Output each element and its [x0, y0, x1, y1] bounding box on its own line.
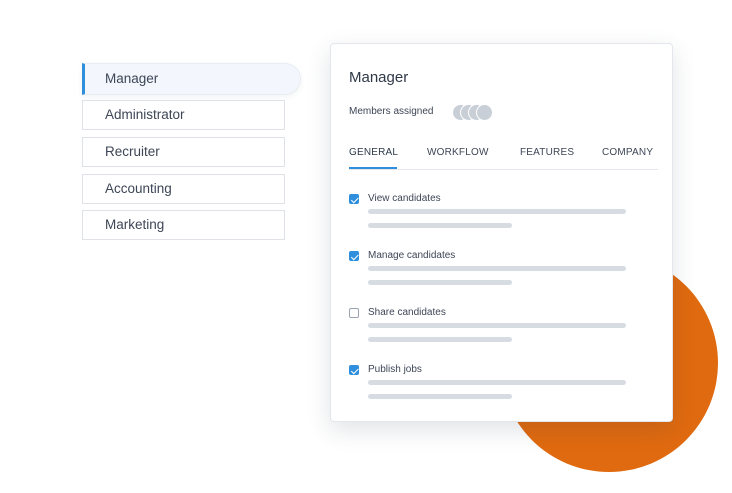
permission-label: Manage candidates: [368, 250, 456, 261]
role-item-recruiter[interactable]: Recruiter: [82, 137, 285, 167]
avatar: [476, 104, 493, 121]
member-avatars[interactable]: [452, 104, 502, 121]
placeholder-text-bar: [368, 280, 512, 285]
placeholder-text-bar: [368, 380, 626, 385]
placeholder-text-bar: [368, 223, 512, 228]
role-item-administrator[interactable]: Administrator: [82, 100, 285, 130]
checkbox-share-candidates[interactable]: [349, 308, 359, 318]
tab-features[interactable]: FEATURES: [520, 147, 574, 158]
panel-title: Manager: [349, 69, 409, 86]
permission-label: View candidates: [368, 193, 441, 204]
checkbox-publish-jobs[interactable]: [349, 365, 359, 375]
permission-view-candidates: View candidates: [349, 193, 649, 234]
permission-share-candidates: Share candidates: [349, 307, 649, 348]
placeholder-text-bar: [368, 209, 626, 214]
role-details-panel: Manager Members assigned GENERAL WORKFLO…: [330, 43, 673, 422]
role-item-marketing[interactable]: Marketing: [82, 210, 285, 240]
tab-bar: GENERAL WORKFLOW FEATURES COMPANY: [349, 147, 658, 170]
tab-company[interactable]: COMPANY: [602, 147, 653, 158]
role-item-accounting[interactable]: Accounting: [82, 174, 285, 204]
placeholder-text-bar: [368, 323, 626, 328]
tab-workflow[interactable]: WORKFLOW: [427, 147, 489, 158]
permission-publish-jobs: Publish jobs: [349, 364, 649, 405]
permission-label: Share candidates: [368, 307, 446, 318]
placeholder-text-bar: [368, 337, 512, 342]
placeholder-text-bar: [368, 266, 626, 271]
permission-label: Publish jobs: [368, 364, 422, 375]
checkbox-view-candidates[interactable]: [349, 194, 359, 204]
active-tab-indicator: [349, 167, 397, 169]
members-assigned-label: Members assigned: [349, 106, 434, 117]
tab-general[interactable]: GENERAL: [349, 147, 398, 158]
permission-manage-candidates: Manage candidates: [349, 250, 649, 291]
checkbox-manage-candidates[interactable]: [349, 251, 359, 261]
role-item-manager[interactable]: Manager: [82, 63, 301, 95]
placeholder-text-bar: [368, 394, 512, 399]
